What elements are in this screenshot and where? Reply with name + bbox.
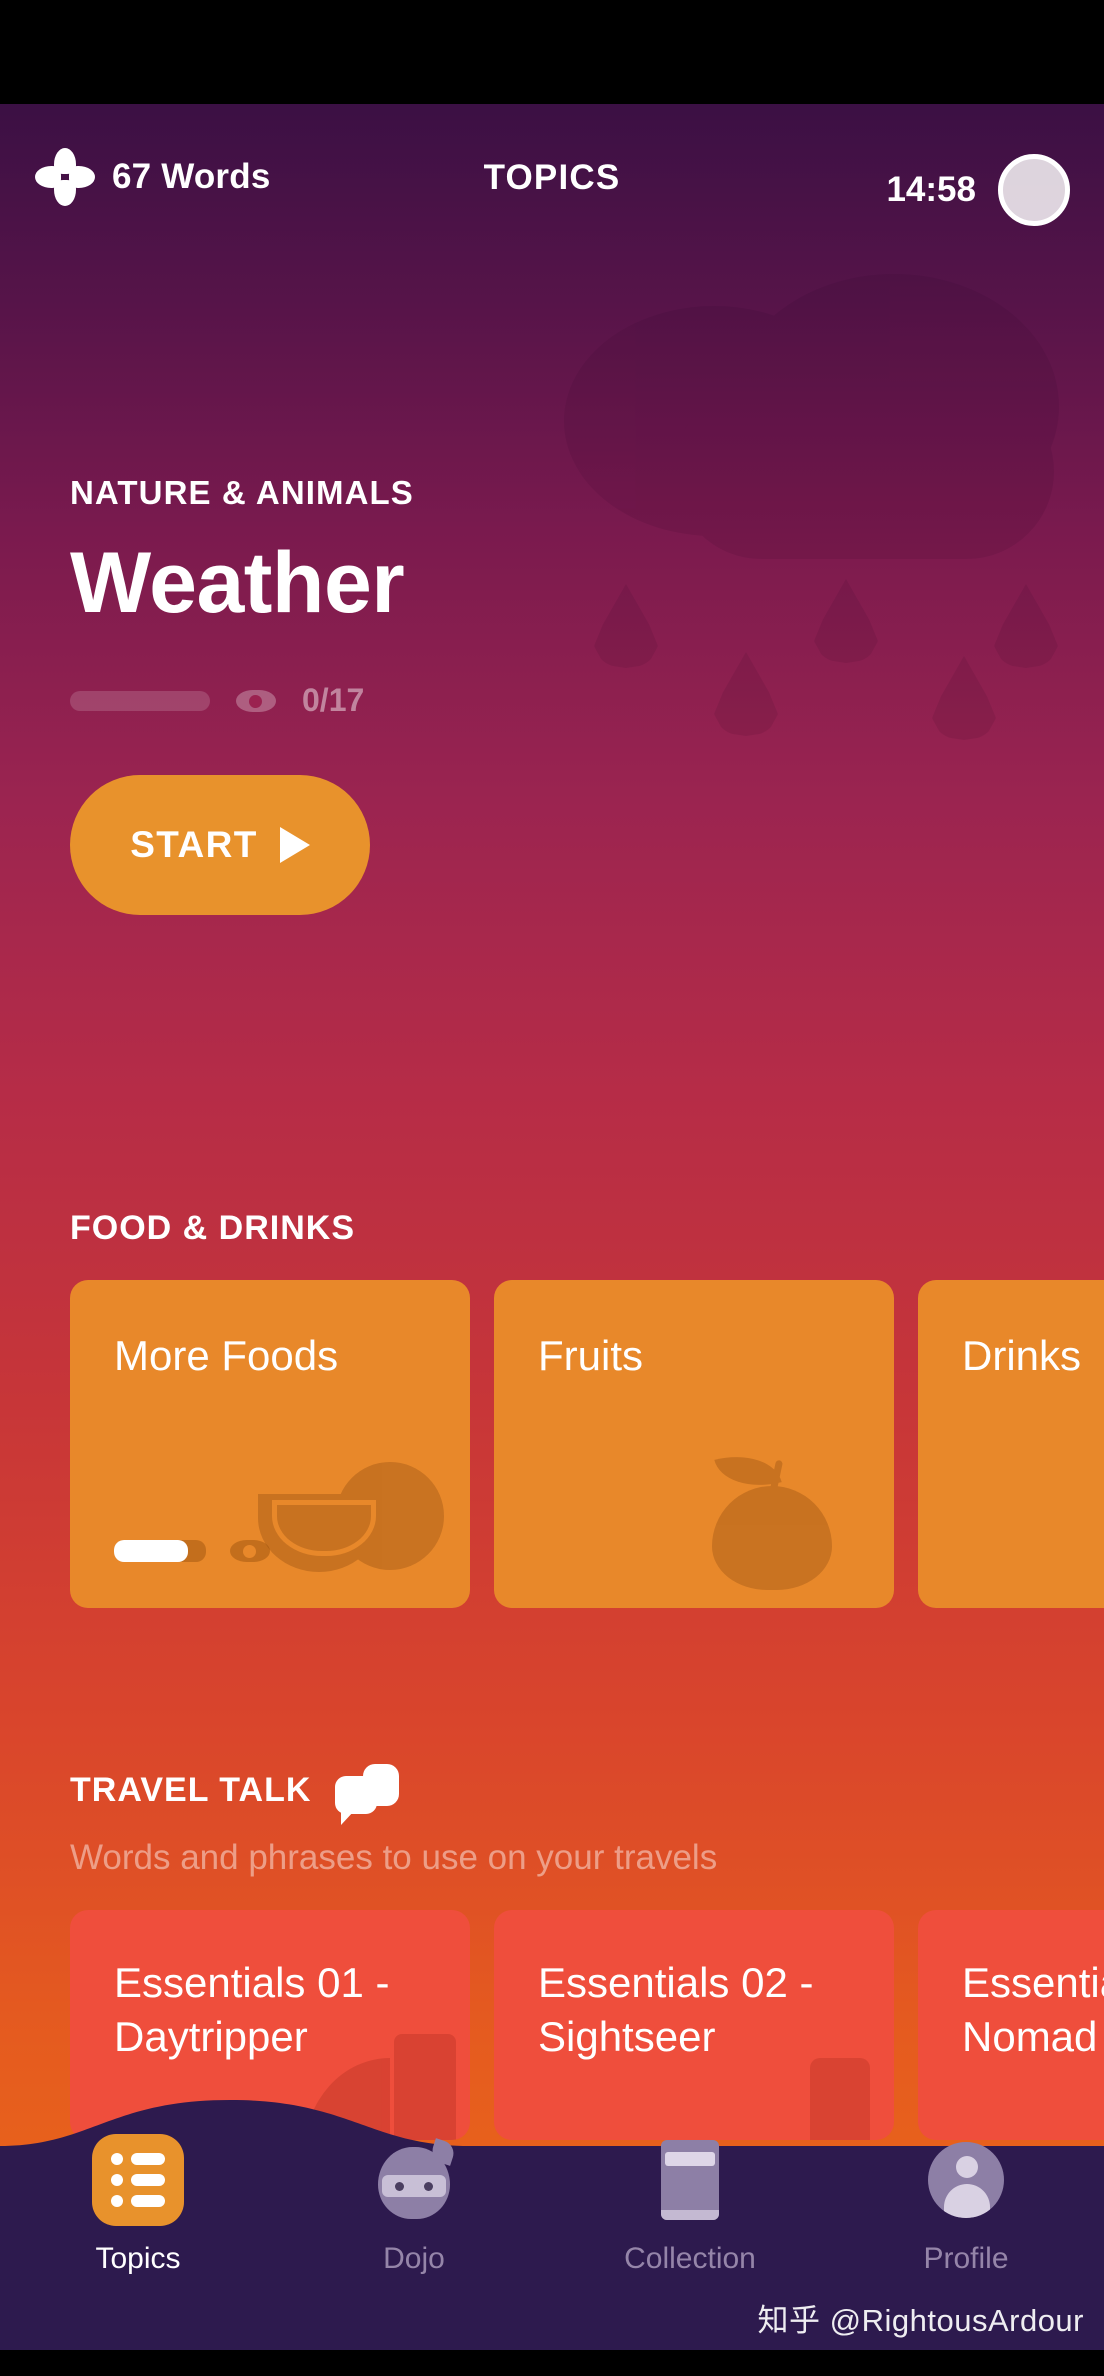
apple-icon <box>704 1444 854 1594</box>
nav-item-label: Profile <box>923 2242 1009 2275</box>
hero-progress-group: 0/17 <box>70 682 414 719</box>
bottom-navigation: Topics Dojo Collection Profile <box>0 2100 1104 2350</box>
hero-category-label: NATURE & ANIMALS <box>70 474 414 511</box>
hero-progress-count: 0/17 <box>302 682 365 718</box>
rain-cloud-icon <box>514 264 1104 824</box>
topic-card-title: Fruits <box>538 1332 643 1379</box>
nav-items: Topics Dojo Collection Profile <box>0 2134 1104 2276</box>
play-triangle-icon <box>279 827 310 863</box>
section-header: TRAVEL TALK <box>0 1764 1104 1825</box>
app-screen: 67 Words TOPICS 14:58 NATURE & ANIMALS W… <box>0 104 1104 2350</box>
coconut-orange-icon <box>258 1460 448 1590</box>
nav-icon-box <box>644 2134 736 2226</box>
nav-item-collection[interactable]: Collection <box>552 2134 828 2276</box>
app-header: 67 Words TOPICS 14:58 <box>0 104 1104 244</box>
hero-topic-title: Weather <box>70 535 405 631</box>
section-title: TRAVEL TALK <box>70 1770 312 1809</box>
eye-icon <box>230 1540 270 1562</box>
list-icon <box>111 2153 165 2207</box>
section-travel-talk: TRAVEL TALK Words and phrases to use on … <box>0 1764 1104 2140</box>
hero-progress-bar <box>70 690 210 711</box>
hero-block: NATURE & ANIMALS Weather 0/17 START <box>70 474 414 915</box>
section-title: FOOD & DRINKS <box>70 1209 355 1247</box>
topic-card-title: Drinks <box>962 1332 1082 1379</box>
topic-card-title: Essentials 02 - Sightseer <box>538 1959 814 2060</box>
ninja-icon <box>378 2138 457 2219</box>
nav-item-profile[interactable]: Profile <box>828 2134 1104 2276</box>
clock-label: 14:58 <box>886 170 976 209</box>
nav-item-label: Collection <box>624 2242 756 2275</box>
person-icon <box>928 2142 1004 2218</box>
nav-item-label: Dojo <box>383 2242 445 2275</box>
status-bar-strip <box>0 0 1104 104</box>
app-root: 67 Words TOPICS 14:58 NATURE & ANIMALS W… <box>0 0 1104 2376</box>
speech-bubbles-icon <box>335 1764 400 1825</box>
section-header: FOOD & DRINKS <box>0 1209 1104 1248</box>
topic-card-title: More Foods <box>114 1332 339 1379</box>
bottom-black-strip <box>0 2350 1104 2376</box>
food-card-rail[interactable]: More Foods Fruits Drinks <box>0 1280 1104 1608</box>
nav-item-dojo[interactable]: Dojo <box>276 2134 552 2276</box>
avatar[interactable] <box>998 154 1070 226</box>
topic-card-more-foods[interactable]: More Foods <box>70 1280 470 1608</box>
section-subtitle: Words and phrases to use on your travels <box>70 1838 718 1877</box>
nav-item-label: Topics <box>95 2242 181 2275</box>
nav-icon-box <box>92 2134 184 2226</box>
topic-card-fruits[interactable]: Fruits <box>494 1280 894 1608</box>
nav-icon-box <box>368 2134 460 2226</box>
start-button-label: START <box>130 824 258 865</box>
card-progress-group <box>114 1540 270 1562</box>
section-food-drinks: FOOD & DRINKS More Foods Fruits Drinks <box>0 1209 1104 1608</box>
card-progress-bar <box>114 1540 206 1562</box>
header-right-group: 14:58 <box>886 154 1070 226</box>
book-icon <box>661 2140 719 2220</box>
topic-card-drinks[interactable]: Drinks <box>918 1280 1104 1608</box>
nav-item-topics[interactable]: Topics <box>0 2134 276 2276</box>
eye-icon <box>236 689 276 712</box>
topic-card-title: Essentials 03 - Nomad <box>962 1959 1104 2060</box>
start-button[interactable]: START <box>70 775 370 915</box>
nav-icon-box <box>920 2134 1012 2226</box>
